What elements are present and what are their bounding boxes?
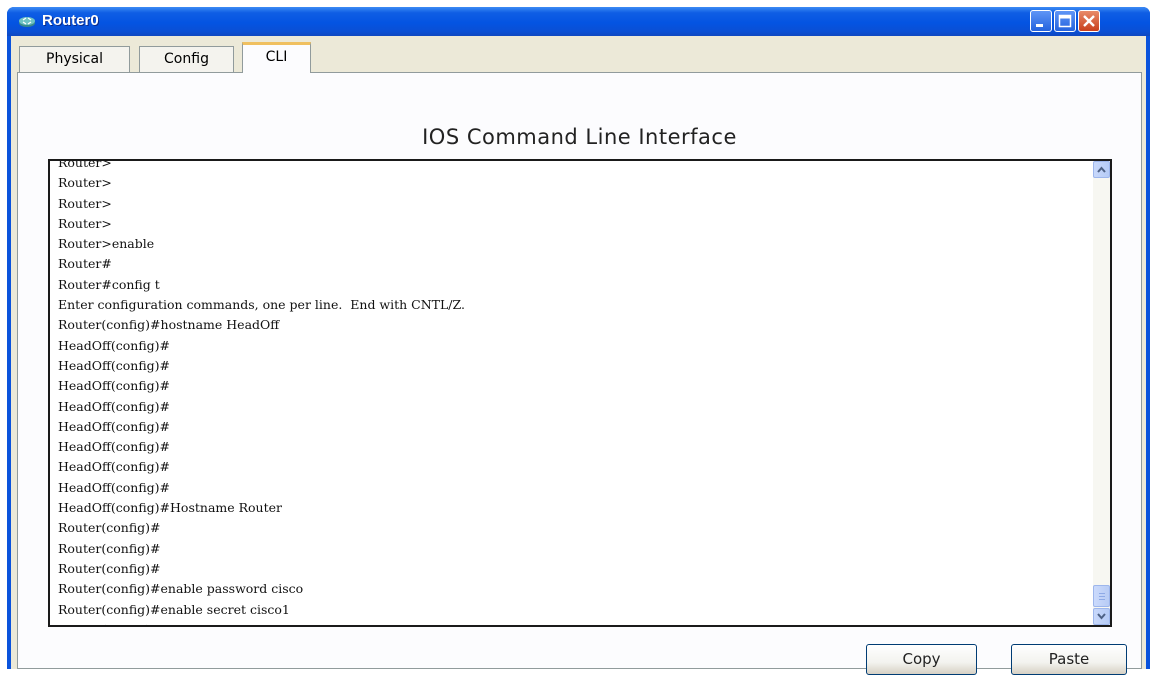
terminal-line: Router#config t	[58, 276, 160, 292]
terminal-line: HeadOff(config)#	[58, 479, 171, 495]
minimize-icon	[1036, 24, 1043, 27]
chevron-up-icon	[1097, 166, 1106, 173]
terminal-line: Router(config)#hostname HeadOff	[58, 317, 280, 333]
terminal-output: Router> Router> Router> Router> Router>enabl…	[58, 159, 1078, 625]
tab-label: Config	[164, 51, 209, 67]
router-window: Router0 Physical Config CLI IOS Command …	[7, 7, 1150, 675]
tab-label: Physical	[46, 51, 103, 67]
terminal-line: Router(config)#	[58, 540, 161, 556]
terminal-line: HeadOff(config)#	[58, 398, 171, 414]
terminal-line: Router(config)#	[58, 620, 1078, 625]
terminal-line: Router>	[58, 175, 112, 191]
tab-physical[interactable]: Physical	[19, 46, 130, 72]
terminal-line: HeadOff(config)#Hostname Router	[58, 500, 282, 516]
terminal-line: HeadOff(config)#	[58, 459, 171, 475]
window-client-area: Physical Config CLI IOS Command Line Int…	[11, 36, 1146, 675]
maximize-icon	[1058, 14, 1072, 28]
minimize-button[interactable]	[1030, 10, 1052, 32]
tab-cli[interactable]: CLI	[242, 42, 311, 73]
router-app-icon	[19, 17, 35, 27]
terminal-line: Router(config)#	[58, 560, 161, 576]
scroll-down-button[interactable]	[1093, 608, 1110, 625]
terminal-line: Router(config)#enable password cisco	[58, 581, 304, 597]
title-bar[interactable]: Router0	[7, 7, 1150, 36]
terminal-line: Router>	[58, 195, 112, 211]
tab-config[interactable]: Config	[139, 46, 234, 72]
tab-label: CLI	[265, 49, 288, 65]
terminal-scrollbar[interactable]	[1093, 161, 1110, 625]
terminal-line: HeadOff(config)#	[58, 378, 171, 394]
close-button[interactable]	[1078, 10, 1100, 32]
scroll-thumb[interactable]	[1093, 585, 1110, 607]
terminal-line: Enter configuration commands, one per li…	[58, 297, 465, 313]
scroll-up-button[interactable]	[1093, 161, 1110, 178]
cli-heading: IOS Command Line Interface	[422, 125, 737, 149]
terminal-line: HeadOff(config)#	[58, 418, 171, 434]
paste-button[interactable]: Paste	[1011, 644, 1127, 675]
terminal-line: Router(config)#enable secret cisco1	[58, 601, 290, 617]
terminal-line: Router>enable	[58, 236, 155, 252]
chevron-down-icon	[1097, 613, 1106, 620]
close-icon	[1083, 15, 1095, 27]
terminal-line: HeadOff(config)#	[58, 439, 171, 455]
window-title: Router0	[42, 12, 99, 29]
cli-panel: IOS Command Line Interface Router> Router…	[17, 72, 1142, 675]
cli-terminal[interactable]: Router> Router> Router> Router> Router>enabl…	[48, 159, 1112, 627]
maximize-button[interactable]	[1054, 10, 1076, 32]
terminal-line: Router(config)#	[58, 520, 161, 536]
copy-button[interactable]: Copy	[866, 644, 977, 675]
terminal-line: Router#	[58, 256, 112, 272]
terminal-line: Router>	[58, 159, 112, 170]
terminal-line: HeadOff(config)#	[58, 357, 171, 373]
terminal-line: HeadOff(config)#	[58, 337, 171, 353]
terminal-line: Router>	[58, 215, 112, 231]
